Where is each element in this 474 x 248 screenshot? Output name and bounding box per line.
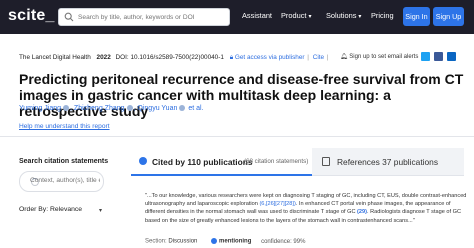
section-value: Discussion [168,238,198,245]
references-label: References 37 publications [337,157,439,167]
top-navigation-bar: scite_ Assistant Product▾ Solutions▾ Pri… [0,0,474,34]
search-icon [64,12,74,22]
confidence-value: confidence: 99% [261,238,306,245]
chevron-down-icon: ▾ [98,208,102,214]
tab-cited-by[interactable]: Cited by 110 publications (68 citation s… [131,148,312,176]
citation-statement-footer: Section: Discussion mentioning confidenc… [145,238,305,245]
citation-search-input[interactable] [30,177,100,184]
cite-link[interactable]: Cite [313,54,324,61]
global-search-input[interactable] [78,11,226,24]
section-divider [0,136,474,137]
global-search-box[interactable] [58,8,230,26]
author-profile-icon[interactable] [63,105,70,112]
sign-up-button[interactable]: Sign Up [433,7,464,26]
sign-in-button[interactable]: Sign In [403,7,430,26]
scite-logo[interactable]: scite_ [8,7,55,25]
order-by-select[interactable]: Order By: Relevance ▾ [19,206,104,220]
publisher-access-link[interactable]: 🔒︎ Get access via publisher [230,54,305,61]
cited-by-icon [139,157,147,165]
author-profile-icon[interactable] [179,105,186,112]
linkedin-share-icon[interactable] [447,52,456,61]
author-list: Yuming Jiang, Zhicheng Zhang, Qingyu Yua… [19,105,204,112]
twitter-share-icon[interactable] [421,52,430,61]
facebook-share-icon[interactable] [434,52,443,61]
author-link[interactable]: Yuming Jiang [19,105,61,112]
reference-link[interactable]: (29) [357,209,367,215]
nav-pricing[interactable]: Pricing [371,11,394,20]
cited-by-label: Cited by 110 publications [152,157,253,167]
journal-name[interactable]: The Lancet Digital Health [19,54,91,61]
help-understand-link[interactable]: Help me understand this report [19,123,110,130]
bell-icon: 🔔︎ [340,54,348,60]
more-authors-link[interactable]: et al. [188,105,203,112]
citation-tabs: Cited by 110 publications (68 citation s… [131,148,464,176]
nav-solutions[interactable]: Solutions ▾ [326,11,361,20]
doi-text[interactable]: DOI: 10.1016/s2589-7500(22)00040-1 [116,54,224,61]
nav-assistant[interactable]: Assistant [242,11,272,20]
tab-references[interactable]: References 37 publications [312,148,464,176]
mentioning-label: mentioning [219,238,252,245]
email-alert-link[interactable]: 🔔︎ Sign up to set email alerts [340,53,418,60]
document-icon [322,157,330,166]
chevron-down-icon: ▾ [358,14,362,20]
meta-separator: | [326,54,329,61]
publication-year: 2022 [96,54,111,61]
article-meta-line: The Lancet Digital Health 2022 DOI: 10.1… [19,54,330,62]
author-link[interactable]: Qingyu Yuan [137,105,177,112]
meta-separator: | [307,54,309,61]
citation-search-box[interactable] [19,171,104,192]
nav-product[interactable]: Product ▾ [281,11,312,20]
mentioning-icon [211,238,218,244]
author-profile-icon[interactable] [126,105,133,112]
chevron-down-icon: ▾ [308,14,312,20]
citation-statements-count: (68 citation statements) [244,158,309,165]
citation-statement-text: "...To our knowledge, various researcher… [145,193,467,224]
reference-link[interactable]: (6,[26][27][28]) [259,201,295,207]
citation-search-title: Search citation statements [19,158,109,165]
author-link[interactable]: Zhicheng Zhang [74,105,125,112]
section-key: Section: [145,238,167,245]
